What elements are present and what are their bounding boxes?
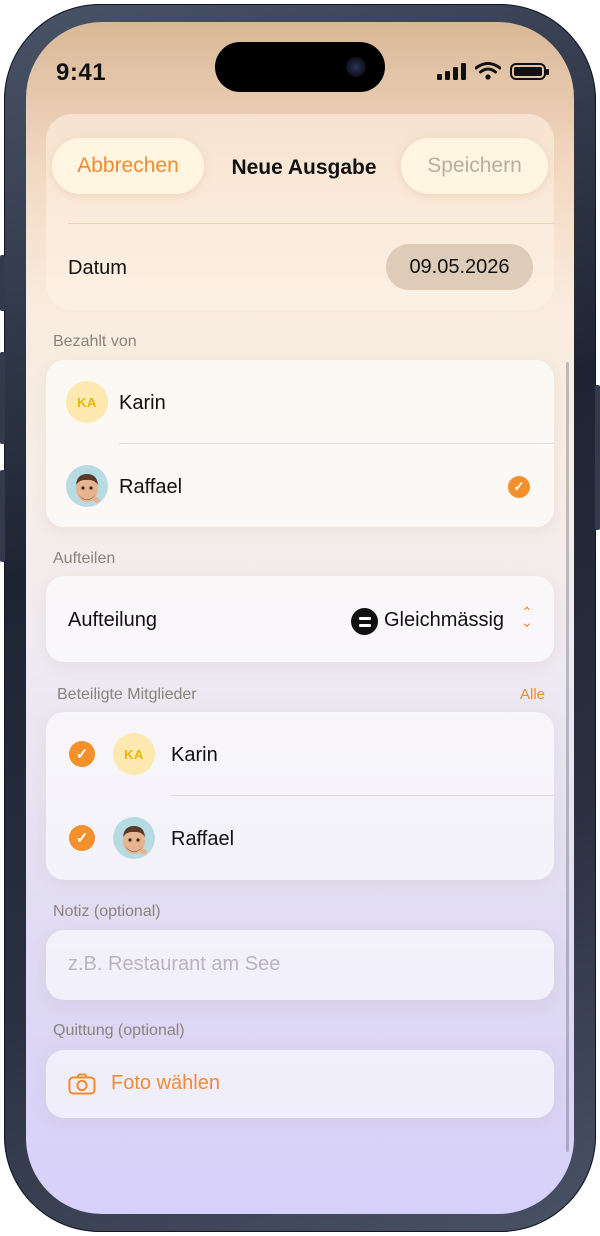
select-all-link[interactable]: Alle bbox=[520, 686, 545, 703]
members-card: ✓ KA Karin ✓ Raffael bbox=[46, 712, 554, 880]
receipt-header: Quittung (optional) bbox=[53, 1022, 185, 1039]
avatar-karin: KA bbox=[66, 381, 108, 423]
equals-icon bbox=[351, 608, 378, 635]
screen: 9:41 Datum 09.05.2026 Abbrechen Neue Aus… bbox=[26, 22, 574, 1214]
member-raffael-name: Raffael bbox=[171, 828, 235, 850]
date-picker[interactable]: 09.05.2026 bbox=[386, 244, 533, 290]
paid-by-raffael-name[interactable]: Raffael bbox=[119, 476, 182, 499]
split-card: Aufteilung Gleichmässig ⌃ ⌄ bbox=[46, 576, 554, 662]
split-label: Aufteilung bbox=[68, 609, 157, 631]
checkbox-karin[interactable]: ✓ bbox=[69, 741, 95, 767]
page-title: Neue Ausgabe bbox=[231, 156, 377, 179]
note-header: Notiz (optional) bbox=[53, 903, 161, 920]
wifi-icon bbox=[475, 62, 501, 80]
memoji-avatar-icon bbox=[123, 826, 147, 855]
paid-by-card: KA Karin Raffael ✓ bbox=[46, 360, 554, 527]
choose-photo-label: Foto wählen bbox=[111, 1072, 220, 1094]
dynamic-island bbox=[215, 42, 385, 92]
camera-icon bbox=[346, 57, 366, 77]
note-placeholder: z.B. Restaurant am See bbox=[68, 953, 281, 975]
action-button bbox=[0, 255, 5, 311]
paid-by-karin-name[interactable]: Karin bbox=[119, 392, 166, 415]
top-divider bbox=[68, 223, 554, 224]
status-time: 9:41 bbox=[56, 59, 107, 86]
split-header: Aufteilen bbox=[53, 550, 116, 567]
scroll-indicator[interactable] bbox=[566, 362, 569, 1152]
nav-bar: Abbrechen Neue Ausgabe Speichern bbox=[26, 114, 574, 218]
row-divider bbox=[119, 443, 554, 444]
avatar-karin: KA bbox=[113, 733, 155, 775]
members-header: Beteiligte Mitglieder bbox=[57, 686, 197, 703]
date-label: Datum bbox=[68, 257, 127, 279]
checkmark-icon: ✓ bbox=[508, 476, 530, 498]
status-bar: 9:41 bbox=[26, 22, 574, 114]
checkbox-raffael[interactable]: ✓ bbox=[69, 825, 95, 851]
avatar-raffael bbox=[113, 817, 155, 859]
split-mode-picker[interactable]: Gleichmässig bbox=[384, 609, 504, 632]
volume-up-button bbox=[0, 352, 5, 444]
chevron-up-down-icon: ⌃ ⌄ bbox=[521, 604, 533, 630]
battery-icon bbox=[510, 62, 549, 80]
cancel-button[interactable]: Abbrechen bbox=[52, 138, 204, 194]
avatar-raffael bbox=[66, 465, 108, 507]
member-karin-name: Karin bbox=[171, 744, 218, 766]
camera-icon bbox=[68, 1073, 96, 1095]
power-button bbox=[595, 385, 600, 530]
memoji-avatar-icon bbox=[76, 474, 100, 503]
cellular-signal-icon bbox=[437, 62, 466, 80]
volume-down-button bbox=[0, 470, 5, 562]
row-divider bbox=[171, 795, 554, 796]
status-icons bbox=[437, 62, 549, 80]
paid-by-header: Bezahlt von bbox=[53, 333, 137, 350]
save-button[interactable]: Speichern bbox=[401, 138, 548, 194]
